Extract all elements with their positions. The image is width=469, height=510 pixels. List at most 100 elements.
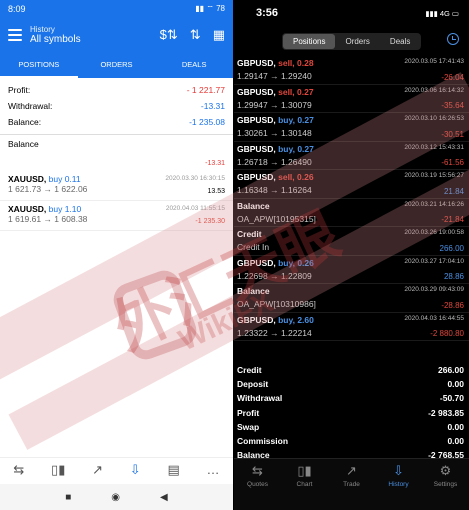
item-pl: -2 880.80 (430, 329, 464, 338)
item-price: 1.29947 → 1.30079 (237, 99, 312, 110)
history-icon: ⇩ (393, 463, 404, 478)
ios-tab-bar: ⇆ Quotes ▯▮ Chart ↗ Trade ⇩ History ⚙ Settings (234, 458, 469, 510)
summary-value: 0.00 (447, 421, 464, 432)
list-item[interactable]: GBPUSD, sell, 0.26 1.16348 → 1.16264 2020.… (234, 170, 469, 199)
list-item[interactable]: GBPUSD, sell, 0.28 1.29147 → 1.29240 2020.… (234, 56, 469, 85)
list-item[interactable]: Credit Credit In 2020.03.26 19:00:58 266.00 (234, 227, 469, 256)
settings-icon: ⚙ (439, 463, 452, 478)
chart-nav-icon[interactable]: ▯▮ (51, 462, 65, 478)
list-item[interactable]: Balance OA_APW[10195315] 2020.03.21 14:16:… (234, 199, 469, 227)
position-price: 1 621.73 → 1 622.06 (8, 184, 88, 194)
balance-label: Balance (8, 139, 39, 149)
tab-trade[interactable]: ↗ Trade (332, 463, 372, 488)
ios-summary: Credit 266.00 Deposit 0.00 Withdrawal -50.70 P… (234, 363, 469, 462)
list-item[interactable]: GBPUSD, buy, 0.27 1.30261 → 1.30148 2020.0… (234, 113, 469, 142)
sort-icon[interactable]: ⇅ (190, 27, 201, 43)
android-title-group[interactable]: History All symbols (30, 25, 160, 45)
item-date: 2020.03.27 17:04:10 (404, 257, 464, 265)
tab-deals[interactable]: DEALS (155, 52, 233, 78)
position-symbol: XAUUSD, (8, 204, 47, 214)
item-side: sell, 0.28 (278, 58, 314, 68)
home-icon[interactable]: ◉ (111, 492, 120, 503)
item-side: buy, 0.27 (278, 143, 314, 154)
list-item[interactable]: GBPUSD, sell, 0.27 1.29947 → 1.30079 2020.… (234, 85, 469, 113)
position-pl: -1 235.30 (195, 218, 225, 225)
item-comment: OA_APW[10310986] (237, 299, 316, 309)
calendar-icon[interactable]: ▦ (213, 27, 225, 43)
item-date: 2020.03.29 09:43:09 (404, 286, 464, 293)
summary-value: 0.00 (447, 379, 464, 390)
messages-nav-icon[interactable]: … (207, 462, 220, 477)
history-list: GBPUSD, sell, 0.28 1.29147 → 1.29240 2020.… (234, 56, 469, 341)
position-side: buy 1.10 (48, 204, 82, 214)
item-symbol: GBPUSD, (237, 143, 276, 154)
item-side: buy, 2.60 (278, 314, 314, 325)
segment-deals[interactable]: Deals (380, 34, 420, 49)
android-summary: Profit: - 1 221.77 Withdrawal: -13.31 Ba… (0, 78, 233, 134)
android-status-bar: 8:09 ▮▮ ⌔ 78 (0, 0, 233, 18)
hamburger-menu-icon[interactable] (8, 29, 22, 41)
back-icon[interactable]: ◀ (160, 492, 168, 503)
summary-value: 266.00 (438, 365, 464, 375)
tab-quotes[interactable]: ⇆ Quotes (238, 463, 278, 488)
summary-label: Profit (237, 407, 260, 418)
history-nav-icon[interactable]: ⇩ (130, 462, 141, 478)
list-item[interactable]: Balance OA_APW[10310986] 2020.03.29 09:43:… (234, 284, 469, 313)
list-item[interactable]: Balance -13.31 (0, 135, 233, 171)
tab-chart[interactable]: ▯▮ Chart (285, 463, 325, 488)
position-date: 2020.04.03 11:55:15 (165, 205, 225, 212)
tab-label: Trade (343, 481, 360, 488)
summary-value: -50.70 (439, 393, 464, 404)
summary-label: Credit (237, 365, 262, 375)
quotes-icon: ⇆ (252, 463, 263, 478)
screenshot-root: 8:09 ▮▮ ⌔ 78 History All symbols $⇅ ⇅ ▦ … (0, 0, 469, 510)
list-item[interactable]: GBPUSD, buy, 0.27 1.26718 → 1.26490 2020.0… (234, 142, 469, 170)
item-pl: -30.51 (441, 129, 464, 139)
item-pl: 28.86 (443, 272, 464, 281)
item-pl: -61.56 (441, 158, 464, 167)
news-nav-icon[interactable]: ▤ (167, 462, 179, 478)
item-pl: 21.84 (443, 186, 464, 196)
tab-settings[interactable]: ⚙ Settings (426, 463, 466, 488)
summary-label: Swap (237, 421, 260, 432)
symbols-filter: All symbols (30, 34, 81, 45)
summary-balance: Balance: -1 235.08 (8, 114, 225, 130)
chart-icon: ▯▮ (297, 463, 312, 478)
trade-nav-icon[interactable]: ↗ (92, 462, 103, 478)
summary-profit: Profit: - 1 221.77 (8, 82, 225, 98)
clock-icon[interactable] (447, 33, 459, 45)
quotes-nav-icon[interactable]: ⇆ (13, 462, 24, 478)
list-item[interactable]: GBPUSD, buy, 2.60 1.23322 → 1.22214 2020.0… (234, 313, 469, 341)
list-item[interactable]: GBPUSD, buy, 0.26 1.22698 → 1.22809 2020.0… (234, 256, 469, 284)
item-comment: Credit In (237, 242, 270, 252)
position-pl: 13.53 (207, 188, 225, 195)
item-price: 1.29147 → 1.29240 (237, 71, 312, 81)
item-price: 1.30261 → 1.30148 (237, 128, 312, 138)
table-row[interactable]: XAUUSD, buy 0.11 1 621.73 → 1 622.06 202… (0, 171, 233, 201)
item-symbol: GBPUSD, (237, 172, 276, 182)
summary-label: Balance: (8, 117, 42, 127)
android-bottom-nav: ⇆ ▯▮ ↗ ⇩ ▤ … (0, 457, 233, 481)
android-toolbar-actions: $⇅ ⇅ ▦ (160, 27, 225, 43)
summary-row: Withdrawal -50.70 (234, 391, 469, 405)
segment-positions[interactable]: Positions (283, 33, 336, 49)
summary-value: - 1 221.77 (186, 85, 225, 95)
tab-orders[interactable]: ORDERS (78, 52, 156, 78)
summary-label: Commission (237, 435, 289, 446)
recents-icon[interactable]: ■ (65, 492, 71, 503)
item-date: 2020.03.21 14:16:26 (404, 200, 464, 208)
summary-label: Withdrawal (237, 393, 283, 404)
item-date: 2020.03.06 16:14:32 (404, 86, 464, 94)
tab-label: History (388, 481, 409, 488)
position-side: buy 0.11 (48, 174, 81, 184)
tab-label: Chart (296, 481, 313, 488)
tab-history[interactable]: ⇩ History (379, 463, 419, 488)
ios-history-screen: 3:56 ▮▮▮ 4G ▭ Positions Orders Deals GBP… (234, 0, 469, 510)
table-row[interactable]: XAUUSD, buy 1.10 1 619.61 → 1 608.38 202… (0, 201, 233, 231)
currency-filter-icon[interactable]: $⇅ (160, 27, 178, 43)
android-status-icons: ▮▮ ⌔ 78 (195, 4, 225, 13)
segment-orders[interactable]: Orders (335, 34, 379, 49)
tab-positions[interactable]: POSITIONS (0, 52, 78, 78)
summary-row: Credit 266.00 (234, 363, 469, 377)
item-price: 1.16348 → 1.16264 (237, 185, 312, 195)
